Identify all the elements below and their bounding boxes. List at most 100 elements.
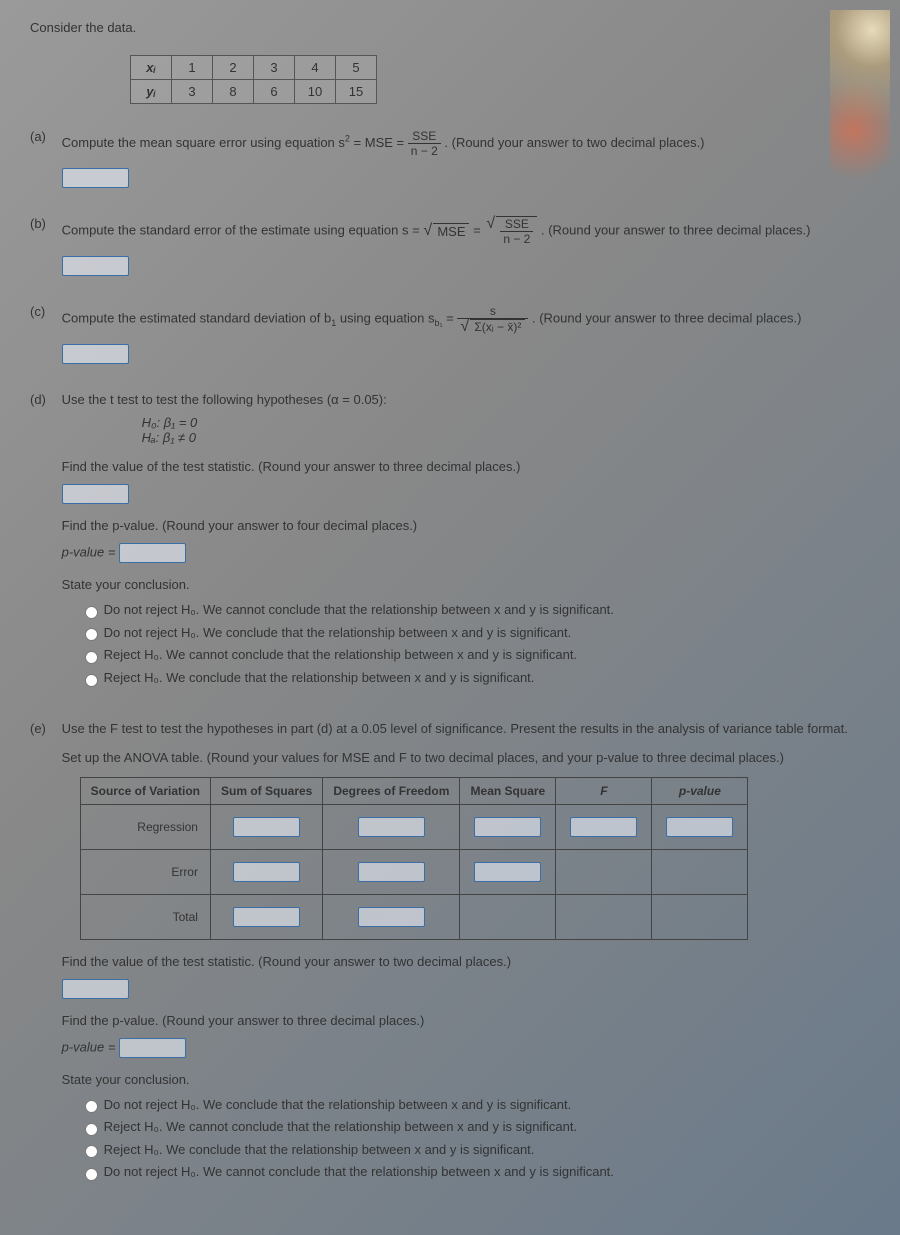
part-c-text2: using equation s xyxy=(336,311,434,326)
opt-text: We conclude that the relationship betwee… xyxy=(166,670,534,685)
part-c-text: Compute the estimated standard deviation… xyxy=(62,311,332,326)
anova-err-ss[interactable] xyxy=(233,862,300,882)
sqrt-mse: MSE xyxy=(433,223,469,239)
opt-text: We cannot conclude that the relationship… xyxy=(166,647,577,662)
anova-hdr-src: Source of Variation xyxy=(80,777,210,804)
opt-text: We conclude that the relationship betwee… xyxy=(203,1097,571,1112)
opt-text: We cannot conclude that the relationship… xyxy=(203,1164,614,1179)
pvalue-label-e: p-value = xyxy=(62,1039,119,1054)
anova-tot-ss[interactable] xyxy=(233,907,300,927)
part-a-round: . (Round your answer to two decimal plac… xyxy=(444,135,704,150)
part-b-round: . (Round your answer to three decimal pl… xyxy=(541,222,811,237)
x-val: 5 xyxy=(336,56,377,80)
radio-d-opt3[interactable] xyxy=(85,651,98,664)
find-teststat: Find the value of the test statistic. (R… xyxy=(62,459,867,474)
sqrt-frac: SSE n − 2 xyxy=(496,216,537,246)
answer-input-tstat[interactable] xyxy=(62,484,129,504)
anova-err-df[interactable] xyxy=(358,862,425,882)
part-e: (e) Use the F test to test the hypothese… xyxy=(30,721,870,1187)
opt-pre: Reject H₀. xyxy=(104,647,166,662)
anova-reg-ms[interactable] xyxy=(474,817,541,837)
y-val: 8 xyxy=(213,80,254,104)
part-a: (a) Compute the mean square error using … xyxy=(30,129,870,188)
anova-hdr-ss: Sum of Squares xyxy=(210,777,322,804)
anova-err-ms[interactable] xyxy=(474,862,541,882)
answer-input-pvalue-e[interactable] xyxy=(119,1038,186,1058)
radio-d-opt1[interactable] xyxy=(85,606,98,619)
opt-text: We cannot conclude that the relationship… xyxy=(166,1119,577,1134)
part-c: (c) Compute the estimated standard devia… xyxy=(30,304,870,364)
anova-hdr-df: Degrees of Freedom xyxy=(323,777,460,804)
part-b-text: Compute the standard error of the estima… xyxy=(62,222,424,237)
opt-pre: Reject H₀. xyxy=(104,670,166,685)
fraction: s Σ(xᵢ − x̄)² xyxy=(457,304,528,334)
intro-text: Consider the data. xyxy=(30,20,870,35)
y-label: yᵢ xyxy=(131,80,172,104)
part-c-round: . (Round your answer to three decimal pl… xyxy=(532,311,802,326)
opt-text: We cannot conclude that the relationship… xyxy=(203,602,614,617)
eq: = xyxy=(443,311,458,326)
opt-pre: Reject H₀. xyxy=(104,1142,166,1157)
anova-reg-ss[interactable] xyxy=(233,817,300,837)
part-a-text: Compute the mean square error using equa… xyxy=(62,135,345,150)
state-conclusion: State your conclusion. xyxy=(62,577,867,592)
data-table: xᵢ 1 2 3 4 5 yᵢ 3 8 6 10 15 xyxy=(130,55,377,104)
part-e-label: (e) xyxy=(30,721,58,736)
anova-row-regression: Regression xyxy=(80,804,210,849)
anova-hdr-f: F xyxy=(556,777,652,804)
answer-input-sb1[interactable] xyxy=(62,344,129,364)
y-val: 10 xyxy=(295,80,336,104)
part-b: (b) Compute the standard error of the es… xyxy=(30,216,870,276)
anova-hdr-ms: Mean Square xyxy=(460,777,556,804)
fraction: SSE n − 2 xyxy=(408,129,441,158)
part-a-text2: = MSE = xyxy=(350,135,408,150)
part-d-text: Use the t test to test the following hyp… xyxy=(62,392,867,407)
opt-pre: Do not reject H₀. xyxy=(104,1097,203,1112)
y-val: 15 xyxy=(336,80,377,104)
x-val: 3 xyxy=(254,56,295,80)
part-d: (d) Use the t test to test the following… xyxy=(30,392,870,692)
answer-input-se[interactable] xyxy=(62,256,129,276)
find-pvalue-text: Find the p-value. (Round your answer to … xyxy=(62,518,867,533)
radio-d-opt2[interactable] xyxy=(85,628,98,641)
x-val: 1 xyxy=(172,56,213,80)
radio-e-opt4[interactable] xyxy=(85,1168,98,1181)
anova-reg-f[interactable] xyxy=(570,817,637,837)
radio-e-opt1[interactable] xyxy=(85,1100,98,1113)
anova-tot-df[interactable] xyxy=(358,907,425,927)
radio-e-opt2[interactable] xyxy=(85,1123,98,1136)
answer-input-pvalue[interactable] xyxy=(119,543,186,563)
state-conclusion-e: State your conclusion. xyxy=(62,1072,867,1087)
anova-table: Source of Variation Sum of Squares Degre… xyxy=(80,777,749,940)
part-d-label: (d) xyxy=(30,392,58,407)
opt-pre: Do not reject H₀. xyxy=(104,625,203,640)
answer-input-mse[interactable] xyxy=(62,168,129,188)
part-a-label: (a) xyxy=(30,129,58,144)
anova-row-total: Total xyxy=(80,894,210,939)
anova-setup: Set up the ANOVA table. (Round your valu… xyxy=(62,750,867,765)
radio-d-opt4[interactable] xyxy=(85,674,98,687)
part-c-label: (c) xyxy=(30,304,58,319)
pvalue-label: p-value = xyxy=(62,545,119,560)
x-label: xᵢ xyxy=(131,56,172,80)
radio-e-opt3[interactable] xyxy=(85,1145,98,1158)
x-val: 4 xyxy=(295,56,336,80)
y-val: 6 xyxy=(254,80,295,104)
opt-pre: Reject H₀. xyxy=(104,1119,166,1134)
anova-reg-p[interactable] xyxy=(666,817,733,837)
x-val: 2 xyxy=(213,56,254,80)
anova-row-error: Error xyxy=(80,849,210,894)
part-b-label: (b) xyxy=(30,216,58,231)
anova-hdr-p: p-value xyxy=(652,777,748,804)
opt-text: We conclude that the relationship betwee… xyxy=(166,1142,534,1157)
hypothesis-h0: H₀: β₁ = 0 xyxy=(142,415,867,430)
opt-text: We conclude that the relationship betwee… xyxy=(203,625,571,640)
eq: = xyxy=(473,222,484,237)
opt-pre: Do not reject H₀. xyxy=(104,1164,203,1179)
opt-pre: Do not reject H₀. xyxy=(104,602,203,617)
find-pvalue-e: Find the p-value. (Round your answer to … xyxy=(62,1013,867,1028)
y-val: 3 xyxy=(172,80,213,104)
part-e-text: Use the F test to test the hypotheses in… xyxy=(62,721,867,736)
anova-reg-df[interactable] xyxy=(358,817,425,837)
answer-input-fstat[interactable] xyxy=(62,979,129,999)
